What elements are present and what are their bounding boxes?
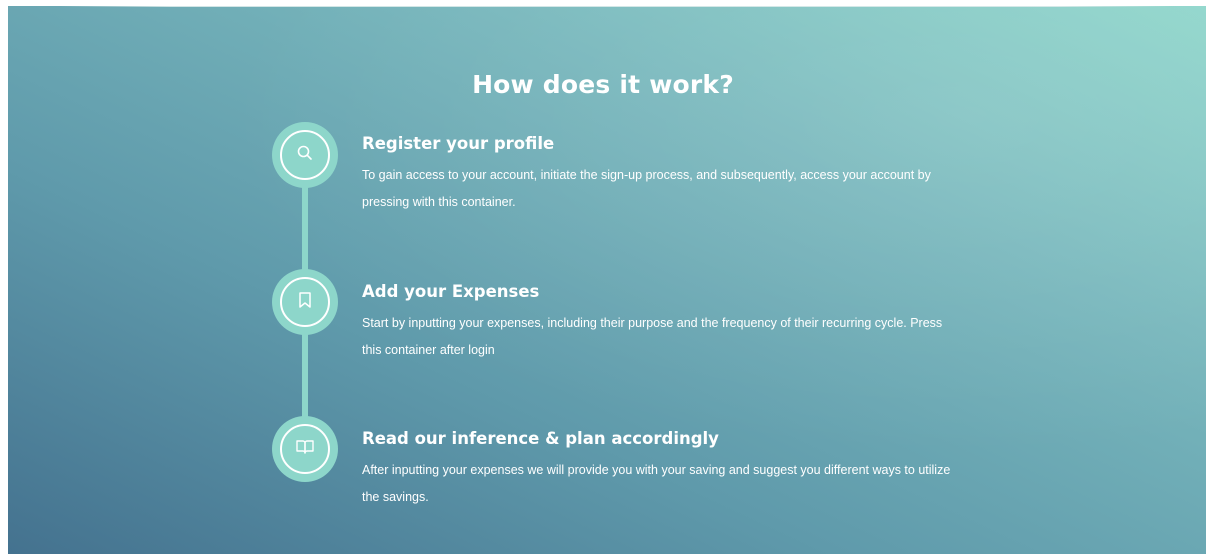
step-2-icon-badge <box>272 269 338 335</box>
step-2-description: Start by inputting your expenses, includ… <box>362 316 943 357</box>
step-1-icon-badge <box>272 122 338 188</box>
step-2-title: Add your Expenses <box>362 282 540 301</box>
bookmark-icon <box>297 291 313 313</box>
step-3[interactable]: Read our inference & plan accordingly Af… <box>362 429 982 511</box>
section-heading: How does it work? <box>472 70 734 99</box>
top-divider <box>60 6 1170 7</box>
step-1-title: Register your profile <box>362 134 555 153</box>
step-3-title: Read our inference & plan accordingly <box>362 429 719 448</box>
step-1[interactable]: Register your profile To gain access to … <box>362 134 982 216</box>
step-3-icon-badge <box>272 416 338 482</box>
book-icon <box>295 438 315 460</box>
search-icon <box>296 144 314 166</box>
step-2[interactable]: Add your Expenses Start by inputting you… <box>362 282 982 364</box>
step-1-description: To gain access to your account, initiate… <box>362 168 931 209</box>
step-3-description: After inputting your expenses we will pr… <box>362 463 951 504</box>
